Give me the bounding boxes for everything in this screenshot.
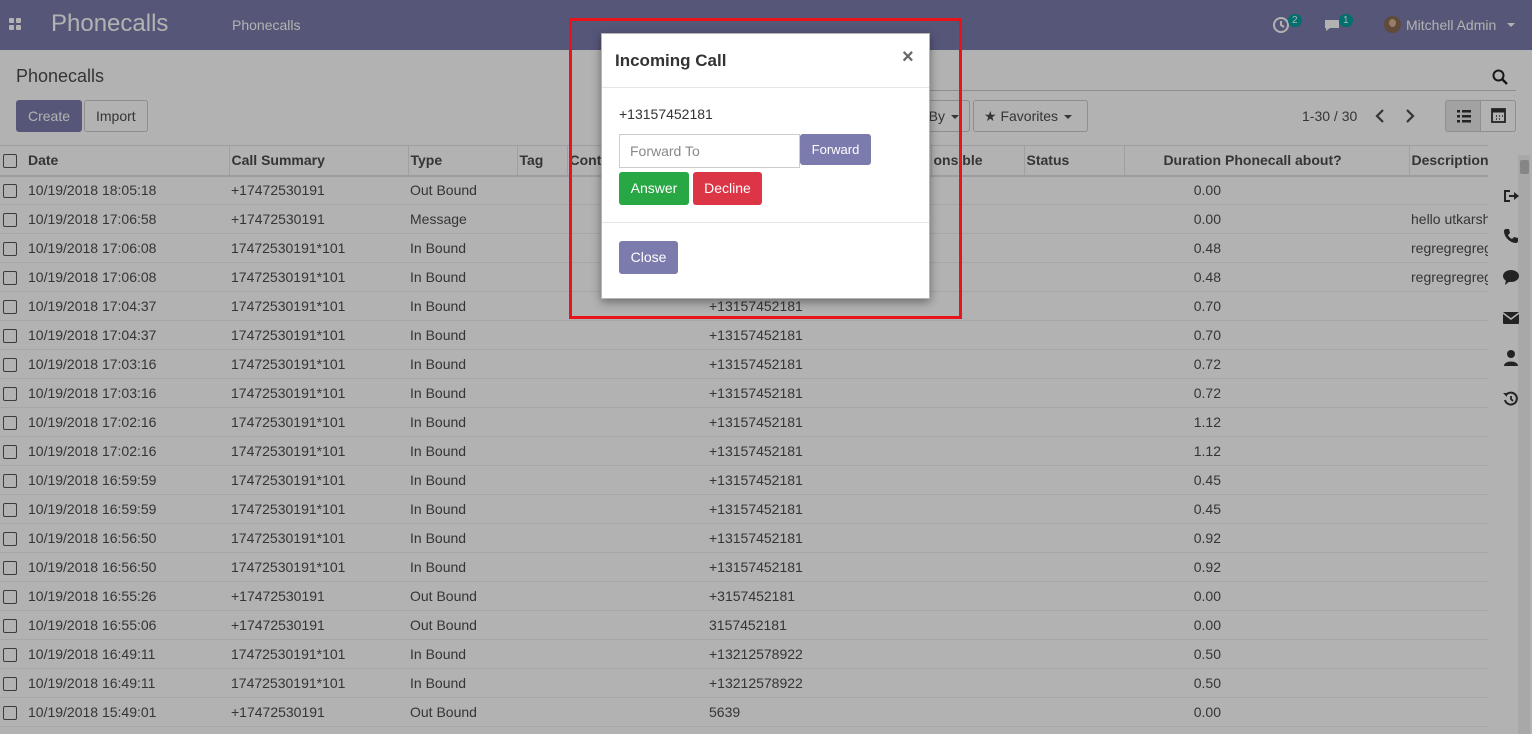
close-button[interactable]: Close (619, 241, 678, 274)
dialog-footer-divider (602, 222, 929, 223)
dialog-header: Incoming Call × (602, 34, 929, 88)
caller-number: +13157452181 (619, 106, 713, 122)
forward-button[interactable]: Forward (800, 134, 871, 165)
incoming-call-dialog: Incoming Call × +13157452181 Forward Ans… (601, 33, 930, 299)
answer-button[interactable]: Answer (619, 172, 689, 205)
dialog-title: Incoming Call (615, 51, 727, 70)
close-icon[interactable]: × (902, 46, 914, 69)
forward-to-input[interactable] (619, 134, 800, 168)
decline-button[interactable]: Decline (693, 172, 762, 205)
